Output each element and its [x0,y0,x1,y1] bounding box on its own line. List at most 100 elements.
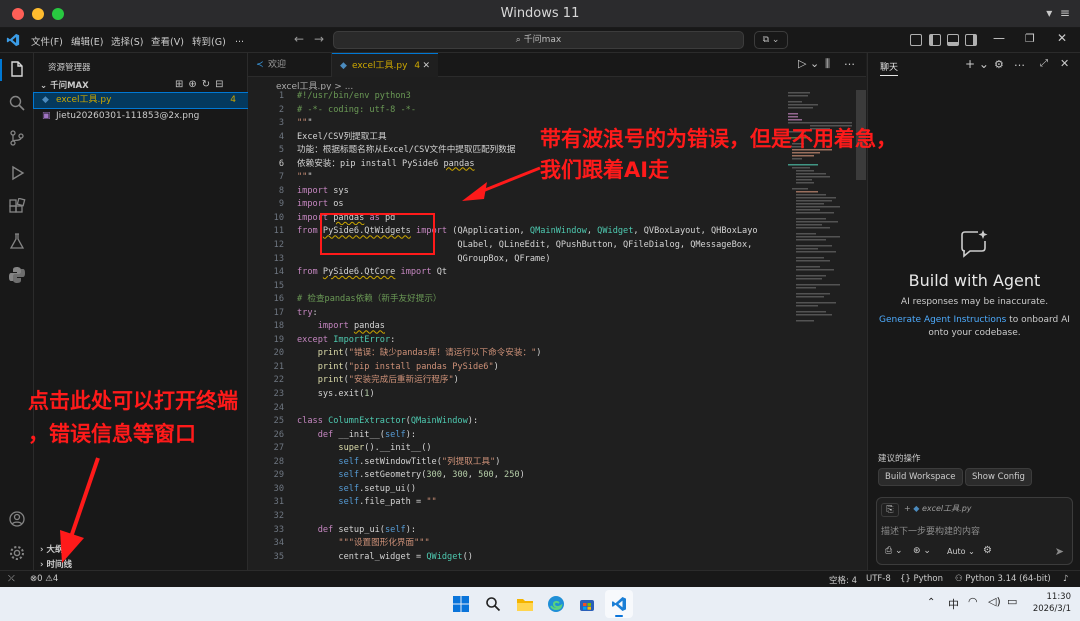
close-tab-icon[interactable]: ✕ [422,54,430,78]
clock[interactable]: 11:30 2026/3/1 [1027,591,1071,615]
remote-icon[interactable]: ⤫ [8,574,15,584]
copilot-button[interactable]: ⧉ ⌄ [754,31,788,49]
close-icon[interactable]: ✕ [1057,31,1067,45]
explorer-icon[interactable] [8,60,26,78]
chat-settings-icon[interactable]: ⚙ [994,58,1004,71]
code-line[interactable]: super().__init__() [297,442,857,456]
code-line[interactable]: print("pip install pandas PySide6") [297,361,857,375]
extensions-icon[interactable] [8,198,26,216]
code-line[interactable]: import os [297,198,857,212]
back-arrow-icon[interactable]: ← [294,32,304,46]
interpreter-status[interactable]: ⚇ Python 3.14 (64-bit) [955,574,1051,584]
attach-icon[interactable]: ⎘ [881,503,899,517]
account-icon[interactable] [8,510,26,528]
chevron-up-icon[interactable]: ⌃ [927,597,935,608]
send-icon[interactable]: ➤ [1055,545,1064,558]
code-line[interactable]: try: [297,307,857,321]
vscode-taskbar-button[interactable] [605,590,633,618]
ime-indicator[interactable]: 中 [948,596,959,612]
menu-view[interactable]: 查看(V) [151,34,184,48]
explorer-actions-icons[interactable]: ⊞⊕↻⊟ [175,79,229,90]
problems-indicator[interactable]: ⊗0 ⚠4 [30,574,58,584]
code-line[interactable]: # -*- coding: utf-8 -*- [297,104,857,118]
show-config-button[interactable]: Show Config [965,468,1032,486]
minimize-icon[interactable]: — [993,31,1005,45]
tools-icon[interactable]: ⊛ ⌄ [913,546,931,556]
file-explorer-icon[interactable] [516,596,534,612]
menu-selection[interactable]: 选择(S) [111,34,143,48]
outline-section[interactable]: › 大纲 [40,543,63,555]
menu-more[interactable]: ... [235,34,244,45]
code-line[interactable]: self.file_path = "" [297,496,857,510]
code-line[interactable]: #!/usr/bin/env python3 [297,90,857,104]
search-icon[interactable] [485,596,501,612]
toggle-panel-icon[interactable] [947,34,959,46]
code-line[interactable]: def __init__(self): [297,429,857,443]
code-line[interactable]: import sys [297,185,857,199]
split-editor-icon[interactable]: ⫼ [825,57,830,71]
battery-icon[interactable]: ▭ [1007,595,1017,608]
tab-excel[interactable]: ◆ excel工具.py 4 ✕ [332,53,438,77]
store-icon[interactable] [579,596,595,612]
toggle-sidebar-icon[interactable] [929,34,941,46]
context-chip[interactable]: + ◆ excel工具.py [904,503,972,514]
window-menu-icon[interactable]: ▾ ≡ [1046,6,1070,20]
restore-icon[interactable]: ❐ [1025,32,1035,45]
python-icon[interactable] [8,266,26,284]
code-line[interactable]: print("安装完成后重新运行程序") [297,374,857,388]
file-item-excel[interactable]: ◆ excel工具.py 4 [33,92,249,109]
run-icon[interactable]: ▷ ⌄ [798,57,819,70]
language-status[interactable]: {} Python [900,574,943,584]
command-center[interactable]: ⌕ 千问max [333,31,744,49]
code-line[interactable]: central_widget = QWidget() [297,551,857,565]
run-debug-icon[interactable] [8,164,26,182]
code-line[interactable]: except ImportError: [297,334,857,348]
close-chat-icon[interactable]: ✕ [1060,57,1069,70]
volume-icon[interactable]: ◁) [988,595,1001,608]
edge-browser-icon[interactable] [547,595,565,613]
code-line[interactable]: class ColumnExtractor(QMainWindow): [297,415,857,429]
maximize-chat-icon[interactable]: ⤢ [1040,58,1048,69]
code-line[interactable]: self.setWindowTitle("列提取工具") [297,456,857,470]
configure-tools-icon[interactable]: ⚙ [983,545,992,556]
code-line[interactable]: import pandas [297,320,857,334]
code-line[interactable]: sys.exit(1) [297,388,857,402]
testing-icon[interactable] [8,232,26,250]
generate-instructions-link[interactable]: Generate Agent Instructions [879,315,1006,325]
encoding-status[interactable]: UTF-8 [866,574,891,584]
notifications-icon[interactable]: ♪ [1063,574,1068,584]
chat-input-box[interactable]: ⎘ + ◆ excel工具.py 描述下一步要构建的内容 ⎙ ⌄ ⊛ ⌄ Aut… [876,497,1073,565]
toggle-secondary-sidebar-icon[interactable] [965,34,977,46]
more-actions-icon[interactable]: … [844,55,855,68]
code-line[interactable] [297,510,857,524]
code-line[interactable] [297,402,857,416]
forward-arrow-icon[interactable]: → [314,32,324,46]
customize-layout-icon[interactable] [910,34,922,46]
chat-input-placeholder[interactable]: 描述下一步要构建的内容 [881,524,980,537]
build-workspace-button[interactable]: Build Workspace [878,468,963,486]
code-line[interactable]: from PySide6.QtCore import Qt [297,266,857,280]
menu-file[interactable]: 文件(F) [31,34,63,48]
code-line[interactable]: """设置图形化界面""" [297,537,857,551]
timeline-section[interactable]: › 时间线 [40,558,72,570]
chat-more-icon[interactable]: … [1014,56,1025,69]
code-line[interactable]: print("错误：缺少pandas库！请运行以下命令安装：") [297,347,857,361]
menu-goto[interactable]: 转到(G) [192,34,226,48]
windows-start-icon[interactable] [453,596,469,612]
code-line[interactable] [297,280,857,294]
code-line[interactable]: def setup_ui(self): [297,524,857,538]
code-line[interactable]: self.setGeometry(300, 300, 500, 250) [297,469,857,483]
code-line[interactable]: # 检查pandas依赖（新手友好提示） [297,293,857,307]
source-control-icon[interactable] [8,129,26,147]
file-item-png[interactable]: ▣ Jietu20260301-111853@2x.png [34,109,248,124]
tab-welcome[interactable]: ≺ 欢迎 [248,53,332,77]
agent-mode-icon[interactable]: ⎙ ⌄ [885,546,903,556]
indentation-status[interactable]: 空格: 4 [829,574,857,586]
new-chat-icon[interactable]: + ⌄ [965,57,989,71]
model-picker[interactable]: Auto ⌄ [947,547,975,556]
wifi-icon[interactable]: ◠ [968,595,978,608]
code-line[interactable]: self.setup_ui() [297,483,857,497]
chat-tab[interactable]: 聊天 [880,60,899,76]
gear-icon[interactable] [8,544,26,562]
search-icon[interactable] [8,94,26,112]
